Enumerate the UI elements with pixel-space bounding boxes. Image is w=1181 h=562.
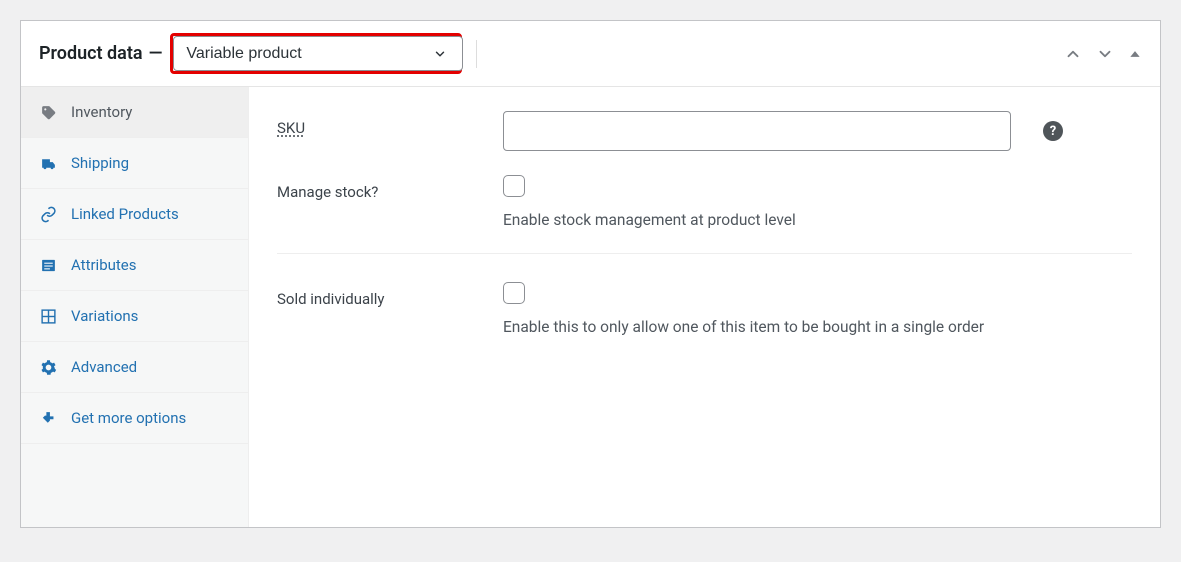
sku-input[interactable]	[503, 111, 1011, 151]
sidebar-item-advanced[interactable]: Advanced	[21, 342, 248, 393]
link-icon	[39, 205, 57, 223]
plug-icon	[39, 409, 57, 427]
manage-stock-desc: Enable stock management at product level	[503, 211, 796, 229]
sidebar-item-label: Shipping	[71, 154, 129, 172]
header-divider	[476, 40, 477, 68]
collapse-toggle[interactable]	[1128, 47, 1142, 61]
product-data-tabs: Inventory Shipping Linked Products Attri…	[21, 87, 249, 527]
sidebar-item-attributes[interactable]: Attributes	[21, 240, 248, 291]
sidebar-item-label: Linked Products	[71, 205, 179, 223]
list-icon	[39, 256, 57, 274]
product-type-highlight: Variable product	[170, 33, 462, 74]
sold-individually-row: Sold individually Enable this to only al…	[277, 282, 1132, 336]
sidebar-item-inventory[interactable]: Inventory	[21, 87, 248, 138]
manage-stock-row: Manage stock? Enable stock management at…	[277, 175, 1132, 229]
sku-label: SKU	[277, 111, 487, 137]
product-data-panel: Product data — Variable product	[20, 20, 1161, 528]
panel-body: Inventory Shipping Linked Products Attri…	[21, 87, 1160, 527]
sidebar-item-label: Variations	[71, 307, 138, 325]
form-divider	[277, 253, 1132, 254]
sidebar-item-shipping[interactable]: Shipping	[21, 138, 248, 189]
sidebar-item-label: Get more options	[71, 409, 186, 427]
grid-icon	[39, 307, 57, 325]
inventory-tab-content: SKU ? Manage stock? Enable stock managem…	[249, 87, 1160, 527]
sidebar-item-label: Advanced	[71, 358, 137, 376]
manage-stock-checkbox[interactable]	[503, 175, 525, 197]
manage-stock-label: Manage stock?	[277, 175, 487, 201]
sold-individually-desc: Enable this to only allow one of this it…	[503, 318, 984, 336]
sold-individually-checkbox[interactable]	[503, 282, 525, 304]
help-icon[interactable]: ?	[1043, 121, 1063, 141]
panel-title: Product data	[39, 43, 143, 64]
truck-icon	[39, 154, 57, 172]
tag-icon	[39, 103, 57, 121]
panel-header-controls	[1064, 45, 1142, 63]
sku-row: SKU ?	[277, 111, 1132, 151]
product-type-select[interactable]: Variable product	[173, 36, 463, 71]
sidebar-item-variations[interactable]: Variations	[21, 291, 248, 342]
move-up-button[interactable]	[1064, 45, 1082, 63]
separator-dash: —	[149, 43, 163, 64]
sidebar-item-label: Inventory	[71, 103, 132, 121]
move-down-button[interactable]	[1096, 45, 1114, 63]
sidebar-item-linked-products[interactable]: Linked Products	[21, 189, 248, 240]
panel-header: Product data — Variable product	[21, 21, 1160, 87]
sidebar-item-label: Attributes	[71, 256, 137, 274]
sold-individually-label: Sold individually	[277, 282, 487, 308]
sidebar-item-get-more-options[interactable]: Get more options	[21, 393, 248, 444]
gear-icon	[39, 358, 57, 376]
